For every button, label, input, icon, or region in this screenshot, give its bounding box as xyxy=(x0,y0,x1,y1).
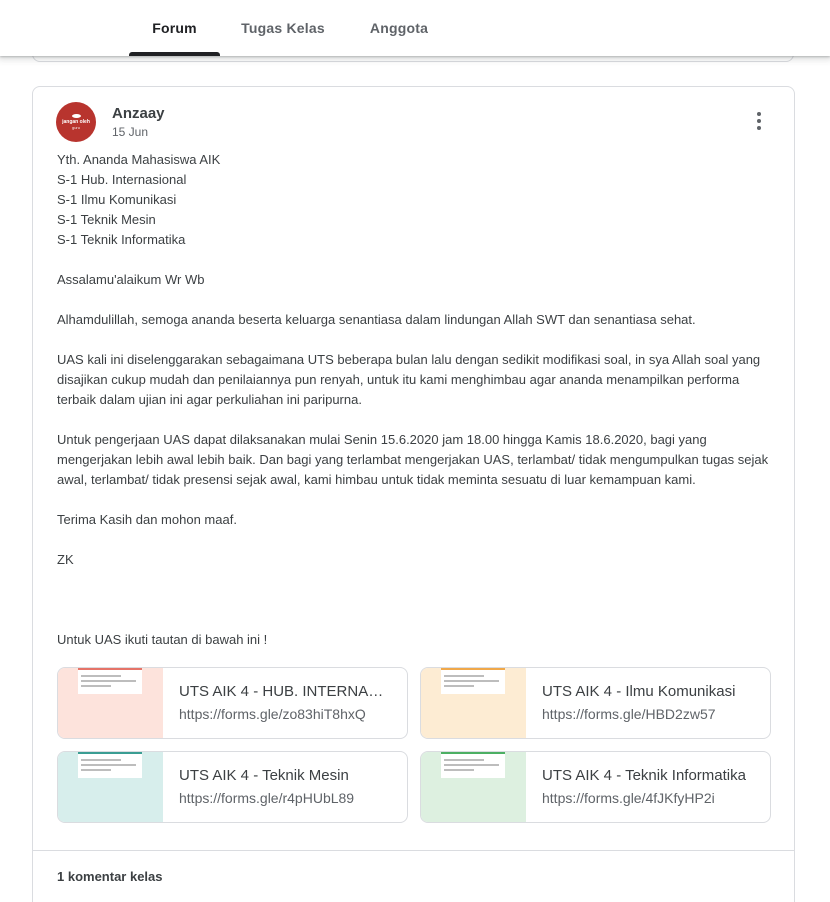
divider xyxy=(33,850,794,851)
top-nav-bar: Forum Tugas Kelas Anggota xyxy=(0,0,830,56)
tab-tugas-kelas[interactable]: Tugas Kelas xyxy=(228,0,338,56)
attachment-url: https://forms.gle/r4pHUbL89 xyxy=(179,790,355,806)
post-paragraph: UAS kali ini diselenggarakan sebagaimana… xyxy=(57,352,761,407)
attachment-card[interactable]: UTS AIK 4 - HUB. INTERNASIONAL https://f… xyxy=(57,667,408,739)
post-paragraph: Yth. Ananda Mahasiswa AIK S-1 Hub. Inter… xyxy=(57,152,221,247)
post-paragraph: Untuk pengerjaan UAS dapat dilaksanakan … xyxy=(57,432,769,487)
post-paragraph: ZK xyxy=(57,552,74,567)
attachment-title: UTS AIK 4 - Teknik Informatika xyxy=(542,767,746,784)
form-thumbnail xyxy=(421,752,526,822)
class-comments-link[interactable]: 1 komentar kelas xyxy=(57,869,163,884)
form-thumbnail xyxy=(58,752,163,822)
tab-forum[interactable]: Forum xyxy=(129,0,220,56)
more-options-button[interactable] xyxy=(747,109,771,133)
post-body: Yth. Ananda Mahasiswa AIK S-1 Hub. Inter… xyxy=(57,150,777,650)
attachment-url: https://forms.gle/HBD2zw57 xyxy=(542,706,716,722)
post-paragraph: Assalamu'alaikum Wr Wb xyxy=(57,272,205,287)
avatar-logo-icon xyxy=(71,114,81,118)
post-paragraph: Alhamdulillah, semoga ananda beserta kel… xyxy=(57,312,696,327)
attachment-title: UTS AIK 4 - Ilmu Komunikasi xyxy=(542,683,736,700)
form-thumbnail xyxy=(58,668,163,738)
post-author: Anzaay xyxy=(112,105,165,122)
avatar-text-2: guru xyxy=(71,125,80,130)
attachment-title: UTS AIK 4 - HUB. INTERNASIONAL xyxy=(179,683,389,700)
attachment-card[interactable]: UTS AIK 4 - Teknik Informatika https://f… xyxy=(420,751,771,823)
attachment-url: https://forms.gle/4fJKfyHP2i xyxy=(542,790,715,806)
attachment-card[interactable]: UTS AIK 4 - Teknik Mesin https://forms.g… xyxy=(57,751,408,823)
attachment-title: UTS AIK 4 - Teknik Mesin xyxy=(179,767,349,784)
post-date: 15 Jun xyxy=(112,125,149,139)
attachment-url: https://forms.gle/zo83hiT8hxQ xyxy=(179,706,366,722)
more-vert-icon xyxy=(757,112,761,116)
avatar[interactable]: jangan oleh guru xyxy=(56,102,96,142)
form-thumbnail xyxy=(421,668,526,738)
post-paragraph: Untuk UAS ikuti tautan di bawah ini ! xyxy=(57,632,268,647)
tab-anggota[interactable]: Anggota xyxy=(352,0,446,56)
active-tab-indicator xyxy=(129,52,220,56)
post-card: jangan oleh guru Anzaay 15 Jun Yth. Anan… xyxy=(32,86,795,902)
attachment-card[interactable]: UTS AIK 4 - Ilmu Komunikasi https://form… xyxy=(420,667,771,739)
post-paragraph: Terima Kasih dan mohon maaf. xyxy=(57,512,237,527)
